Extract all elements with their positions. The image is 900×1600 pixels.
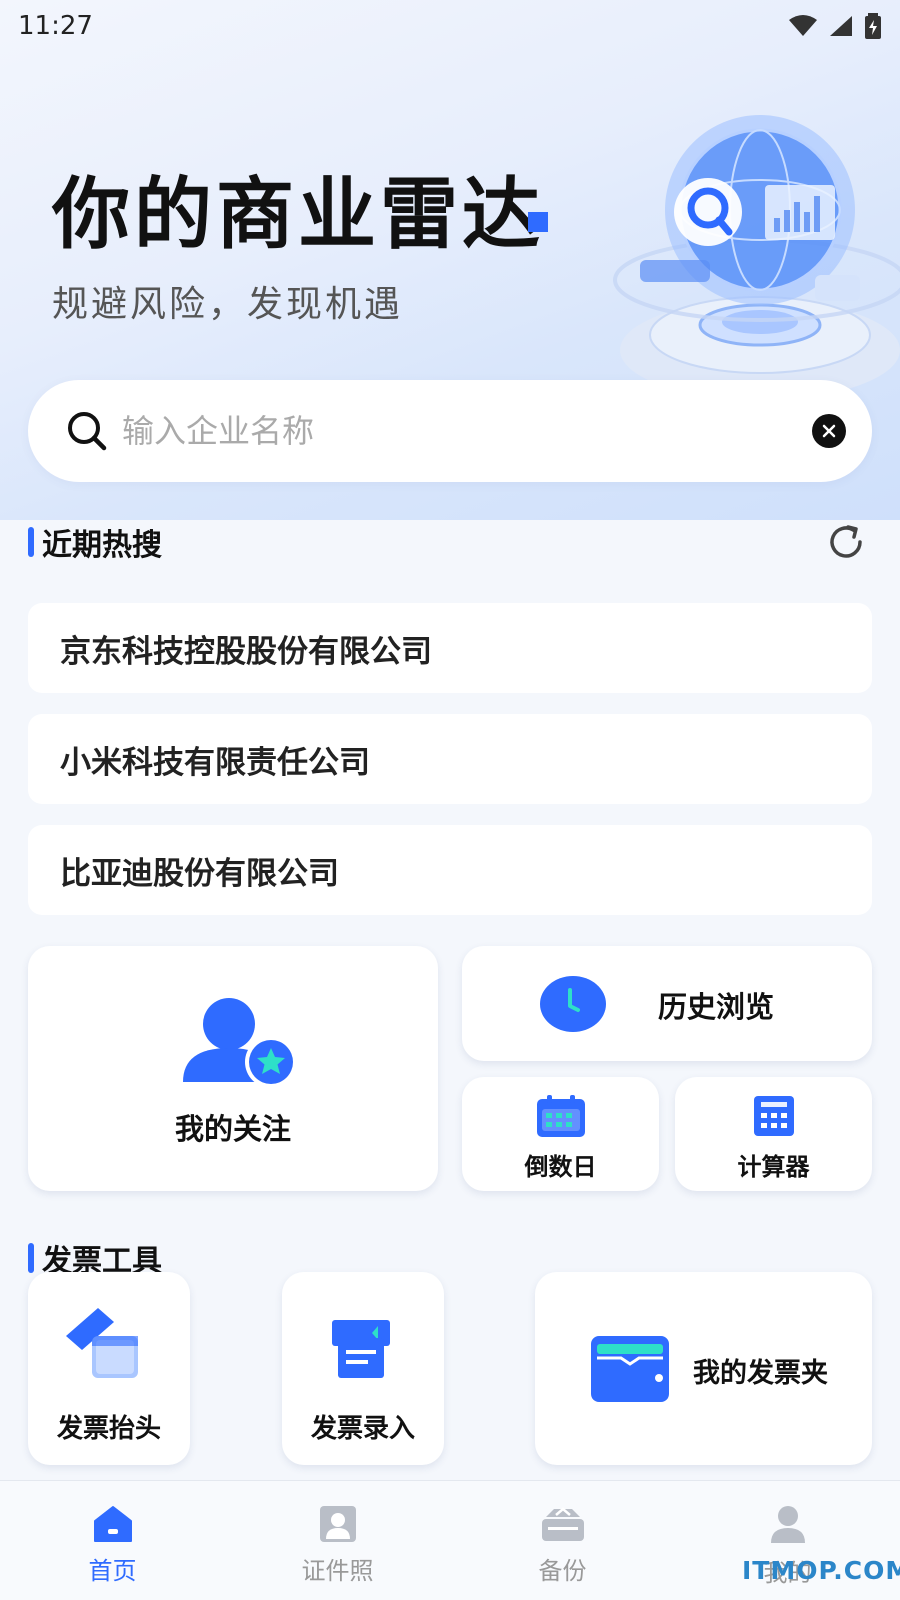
my-follow-card[interactable]: 我的关注 xyxy=(28,946,438,1191)
section-accent-bar xyxy=(28,1243,34,1273)
my-follow-label: 我的关注 xyxy=(174,1112,291,1146)
history-label: 历史浏览 xyxy=(658,990,775,1024)
invoice-entry-label: 发票录入 xyxy=(310,1414,415,1444)
user-star-icon xyxy=(183,998,297,1088)
list-item-label: 比亚迪股份有限公司 xyxy=(60,855,339,892)
invoice-header-card[interactable]: 发票抬头 xyxy=(28,1272,190,1465)
tab-label: 备份 xyxy=(538,1557,587,1585)
invoice-folder-label: 我的发票夹 xyxy=(693,1358,828,1389)
tab-id-photo[interactable]: 证件照 xyxy=(225,1481,450,1600)
hero-subtitle: 规避风险，发现机遇 xyxy=(52,284,404,325)
calculator-icon xyxy=(754,1096,794,1136)
profile-icon xyxy=(770,1506,805,1543)
invoice-entry-icon xyxy=(332,1320,390,1378)
search-input[interactable] xyxy=(122,412,812,450)
invoice-entry-card[interactable]: 发票录入 xyxy=(282,1272,444,1465)
id-photo-icon xyxy=(319,1506,356,1542)
status-bar: 11:27 xyxy=(0,0,900,52)
hero-title: 你的商业雷达 xyxy=(52,170,545,260)
watermark: ITMOP.COM xyxy=(742,1556,900,1585)
list-item[interactable]: 比亚迪股份有限公司 xyxy=(28,825,872,915)
wallet-icon xyxy=(591,1336,669,1402)
home-icon xyxy=(93,1506,132,1542)
radar-globe-illustration xyxy=(613,115,900,400)
list-item-label: 京东科技控股股份有限公司 xyxy=(60,633,432,670)
tab-label: 首页 xyxy=(88,1557,137,1585)
recent-search-header: 近期热搜 xyxy=(28,520,162,564)
invoice-header-label: 发票抬头 xyxy=(56,1414,161,1444)
battery-icon xyxy=(865,13,881,39)
list-item[interactable]: 京东科技控股股份有限公司 xyxy=(28,603,872,693)
search-bar[interactable] xyxy=(28,380,872,482)
backup-icon xyxy=(541,1507,584,1541)
history-card[interactable]: 历史浏览 xyxy=(462,946,872,1061)
status-icons xyxy=(788,13,882,39)
countdown-card[interactable]: 倒数日 xyxy=(462,1077,659,1191)
tab-label: 证件照 xyxy=(301,1557,374,1585)
clock-icon xyxy=(540,976,606,1032)
section-accent-bar xyxy=(28,527,34,557)
clear-search-button[interactable] xyxy=(812,414,846,448)
close-icon xyxy=(822,424,836,438)
tab-backup[interactable]: 备份 xyxy=(450,1481,675,1600)
countdown-label: 倒数日 xyxy=(524,1153,597,1181)
invoice-tag-icon xyxy=(66,1308,138,1378)
recent-search-title: 近期热搜 xyxy=(42,528,162,563)
signal-icon xyxy=(830,16,852,36)
list-item-label: 小米科技有限责任公司 xyxy=(60,744,370,781)
status-time: 11:27 xyxy=(18,11,93,41)
calculator-card[interactable]: 计算器 xyxy=(675,1077,872,1191)
hero-title-dot xyxy=(528,212,548,232)
calendar-icon xyxy=(537,1095,585,1137)
calculator-label: 计算器 xyxy=(737,1153,810,1181)
refresh-icon[interactable] xyxy=(826,522,866,562)
wifi-icon xyxy=(789,15,817,36)
list-item[interactable]: 小米科技有限责任公司 xyxy=(28,714,872,804)
search-icon xyxy=(68,412,107,451)
tab-home[interactable]: 首页 xyxy=(0,1481,225,1600)
invoice-folder-card[interactable]: 我的发票夹 xyxy=(535,1272,872,1465)
